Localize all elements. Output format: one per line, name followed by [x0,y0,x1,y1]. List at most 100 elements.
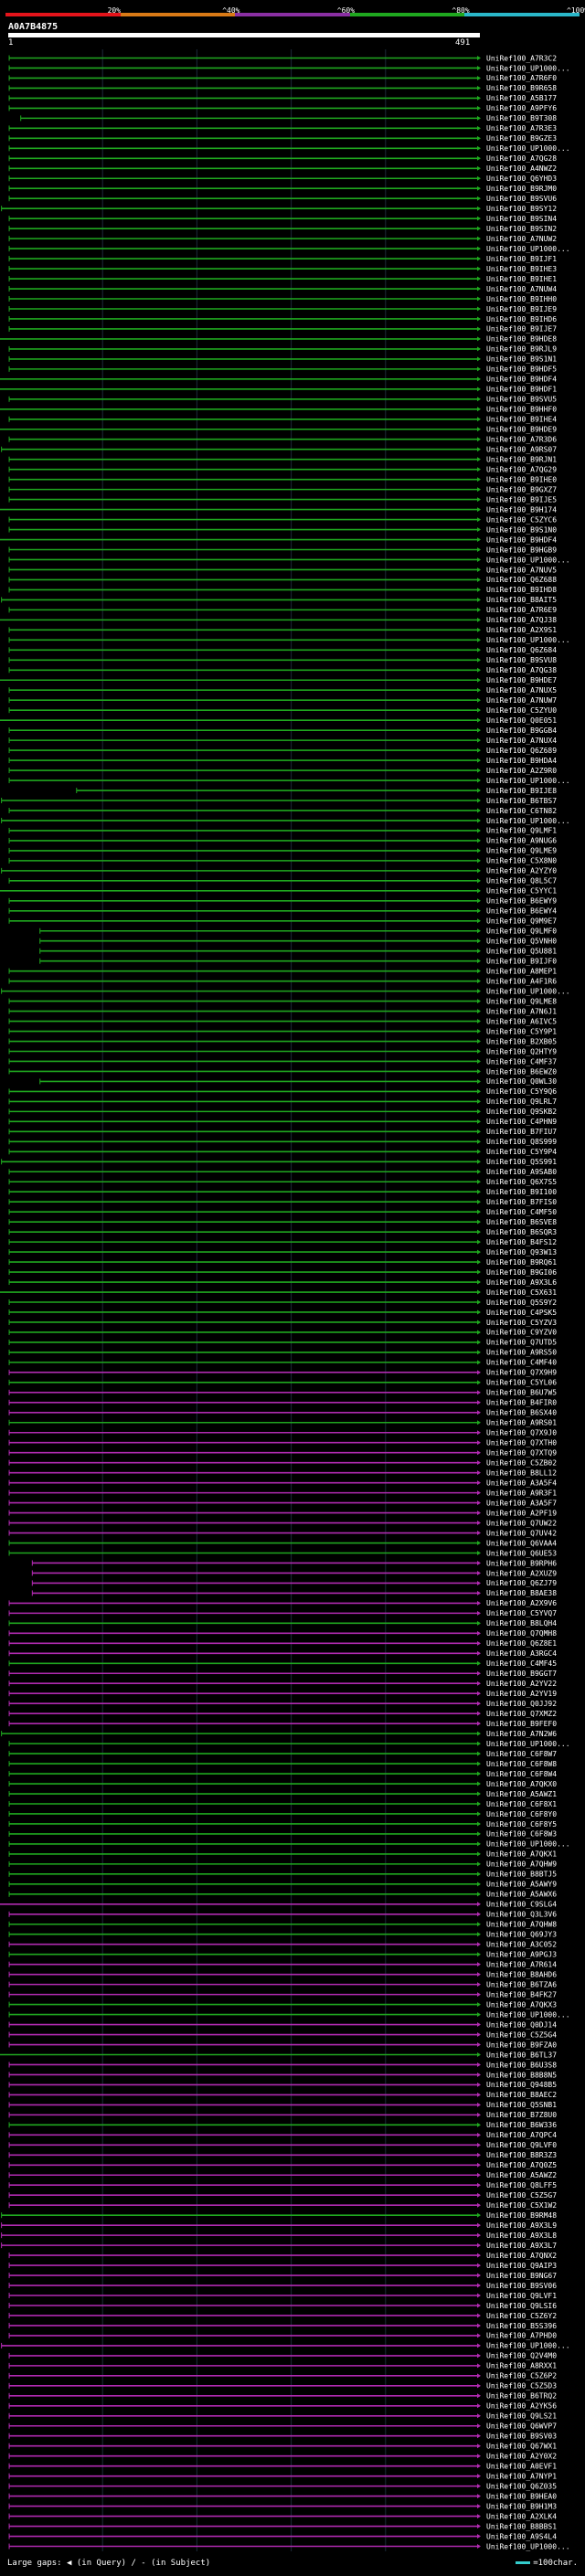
hit-label[interactable]: UniRef100_C9SLG4 [486,1901,557,1909]
hit-label[interactable]: UniRef100_UP1000... [486,2542,570,2550]
hit-label[interactable]: UniRef100_B9RJM0 [486,185,557,193]
hit-label[interactable]: UniRef100_Q6Z684 [486,646,557,654]
hit-label[interactable]: UniRef100_B9IJE8 [486,787,557,795]
hit-label[interactable]: UniRef100_A2YV22 [486,1680,557,1688]
hit-label[interactable]: UniRef100_A7QKX1 [486,1850,557,1859]
hit-label[interactable]: UniRef100_B8LQH4 [486,1619,557,1627]
hit-label[interactable]: UniRef100_B9HGB9 [486,546,557,554]
hit-label[interactable]: UniRef100_B9RJL9 [486,345,557,354]
hit-label[interactable]: UniRef100_A7R6F0 [486,74,557,82]
hit-label[interactable]: UniRef100_B9SY12 [486,205,557,213]
hit-label[interactable]: UniRef100_C5Y9P4 [486,1148,557,1156]
hit-label[interactable]: UniRef100_B2XB05 [486,1037,557,1045]
hit-label[interactable]: UniRef100_UP1000... [486,64,570,72]
hit-label[interactable]: UniRef100_Q9M9E7 [486,917,557,926]
hit-label[interactable]: UniRef100_B9FEF0 [486,1720,557,1728]
hit-label[interactable]: UniRef100_C5X8N0 [486,857,557,865]
hit-label[interactable]: UniRef100_B6U3S8 [486,2061,557,2069]
hit-label[interactable]: UniRef100_Q5S991 [486,1158,557,1166]
hit-label[interactable]: UniRef100_B9GI06 [486,1268,557,1277]
hit-label[interactable]: UniRef100_B9H1M3 [486,2502,557,2510]
hit-label[interactable]: UniRef100_A9R3F1 [486,1489,557,1497]
hit-label[interactable]: UniRef100_Q7UV42 [486,1529,557,1537]
hit-label[interactable]: UniRef100_UP1000... [486,144,570,153]
hit-label[interactable]: UniRef100_Q8S999 [486,1138,557,1146]
hit-label[interactable]: UniRef100_A7NUW7 [486,696,557,705]
hit-label[interactable]: UniRef100_A2X9V6 [486,1599,557,1607]
hit-label[interactable]: UniRef100_B4FK27 [486,1990,557,1998]
hit-label[interactable]: UniRef100_C6F8W7 [486,1750,557,1758]
hit-label[interactable]: UniRef100_Q948B5 [486,2081,557,2089]
hit-label[interactable]: UniRef100_Q8LFF5 [486,2181,557,2189]
hit-label[interactable]: UniRef100_B9RPH6 [486,1559,557,1567]
hit-label[interactable]: UniRef100_Q5U881 [486,948,557,956]
hit-label[interactable]: UniRef100_B9SIN2 [486,225,557,233]
hit-label[interactable]: UniRef100_C4MF45 [486,1659,557,1668]
hit-label[interactable]: UniRef100_UP1000... [486,245,570,253]
hit-label[interactable]: UniRef100_C5Y9P1 [486,1027,557,1035]
hit-label[interactable]: UniRef100_Q6ZJ79 [486,1579,557,1587]
hit-label[interactable]: UniRef100_B8BTJ5 [486,1871,557,1879]
hit-label[interactable]: UniRef100_C6F8W4 [486,1770,557,1778]
hit-label[interactable]: UniRef100_A7N6J1 [486,1007,557,1015]
hit-label[interactable]: UniRef100_C4MF37 [486,1057,557,1065]
hit-label[interactable]: UniRef100_A9RS07 [486,446,557,454]
hit-label[interactable]: UniRef100_C5Z6P2 [486,2372,557,2380]
hit-label[interactable]: UniRef100_A5B177 [486,94,557,102]
hit-label[interactable]: UniRef100_B9H174 [486,505,557,514]
hit-label[interactable]: UniRef100_UP1000... [486,817,570,825]
hit-label[interactable]: UniRef100_C4PSK5 [486,1309,557,1317]
hit-label[interactable]: UniRef100_B9R658 [486,84,557,92]
hit-label[interactable]: UniRef100_C4MF40 [486,1359,557,1367]
hit-label[interactable]: UniRef100_B8R3Z3 [486,2151,557,2159]
hit-label[interactable]: UniRef100_Q3L3V6 [486,1911,557,1919]
hit-label[interactable]: UniRef100_A9RS01 [486,1419,557,1427]
hit-label[interactable]: UniRef100_A2YK56 [486,2402,557,2411]
hit-label[interactable]: UniRef100_B6TZA6 [486,1980,557,1988]
hit-label[interactable]: UniRef100_A2XLK4 [486,2512,557,2520]
hit-label[interactable]: UniRef100_C6TN82 [486,807,557,815]
hit-label[interactable]: UniRef100_A3A5F4 [486,1479,557,1487]
hit-label[interactable]: UniRef100_Q9LRL7 [486,1097,557,1106]
hit-label[interactable]: UniRef100_B9IHE4 [486,416,557,424]
hit-label[interactable]: UniRef100_Q7XTH0 [486,1439,557,1447]
hit-label[interactable]: UniRef100_A5AWZ2 [486,2171,557,2179]
hit-label[interactable]: UniRef100_B9IHE0 [486,475,557,483]
hit-label[interactable]: UniRef100_C6F8X1 [486,1800,557,1808]
hit-label[interactable]: UniRef100_B9SVU8 [486,656,557,664]
hit-label[interactable]: UniRef100_Q0WL30 [486,1077,557,1086]
hit-label[interactable]: UniRef100_B8AHD6 [486,1970,557,1978]
hit-label[interactable]: UniRef100_UP1000... [486,636,570,644]
hit-label[interactable]: UniRef100_B6TRQ2 [486,2392,557,2401]
hit-label[interactable]: UniRef100_A2XUZ9 [486,1569,557,1577]
hit-label[interactable]: UniRef100_A7QNX2 [486,2252,557,2260]
hit-label[interactable]: UniRef100_B6EWY4 [486,907,557,916]
hit-label[interactable]: UniRef100_C9YZV0 [486,1329,557,1337]
hit-label[interactable]: UniRef100_Q9LMF1 [486,827,557,835]
hit-label[interactable]: UniRef100_C5Z5G4 [486,2030,557,2039]
hit-label[interactable]: UniRef100_Q9AIP3 [486,2262,557,2270]
hit-label[interactable]: UniRef100_A7QPC4 [486,2131,557,2139]
hit-label[interactable]: UniRef100_A8MEP1 [486,967,557,975]
hit-label[interactable]: UniRef100_C5YYC1 [486,887,557,896]
hit-label[interactable]: UniRef100_B9T308 [486,114,557,122]
hit-label[interactable]: UniRef100_C5ZB02 [486,1458,557,1467]
hit-label[interactable]: UniRef100_A7R3E3 [486,124,557,133]
hit-label[interactable]: UniRef100_Q9LMF0 [486,928,557,936]
hit-label[interactable]: UniRef100_UP1000... [486,987,570,995]
hit-label[interactable]: UniRef100_A7NYP1 [486,2472,557,2480]
hit-label[interactable]: UniRef100_Q5S9Y2 [486,1299,557,1307]
hit-label[interactable]: UniRef100_A5AWX6 [486,1891,557,1899]
hit-label[interactable]: UniRef100_B9HDF4 [486,376,557,384]
hit-label[interactable]: UniRef100_C5ZYU0 [486,706,557,715]
hit-label[interactable]: UniRef100_A7QHW8 [486,1921,557,1929]
hit-label[interactable]: UniRef100_B9SVU6 [486,195,557,203]
hit-label[interactable]: UniRef100_B5S396 [486,2322,557,2330]
hit-label[interactable]: UniRef100_A3C052 [486,1941,557,1949]
hit-label[interactable]: UniRef100_A7QJ38 [486,616,557,624]
hit-label[interactable]: UniRef100_A7QHW9 [486,1860,557,1869]
hit-label[interactable]: UniRef100_C6F8Y0 [486,1810,557,1818]
hit-label[interactable]: UniRef100_UP1000... [486,2010,570,2019]
hit-label[interactable]: UniRef100_B6W336 [486,2121,557,2129]
hit-label[interactable]: UniRef100_UP1000... [486,2342,570,2350]
